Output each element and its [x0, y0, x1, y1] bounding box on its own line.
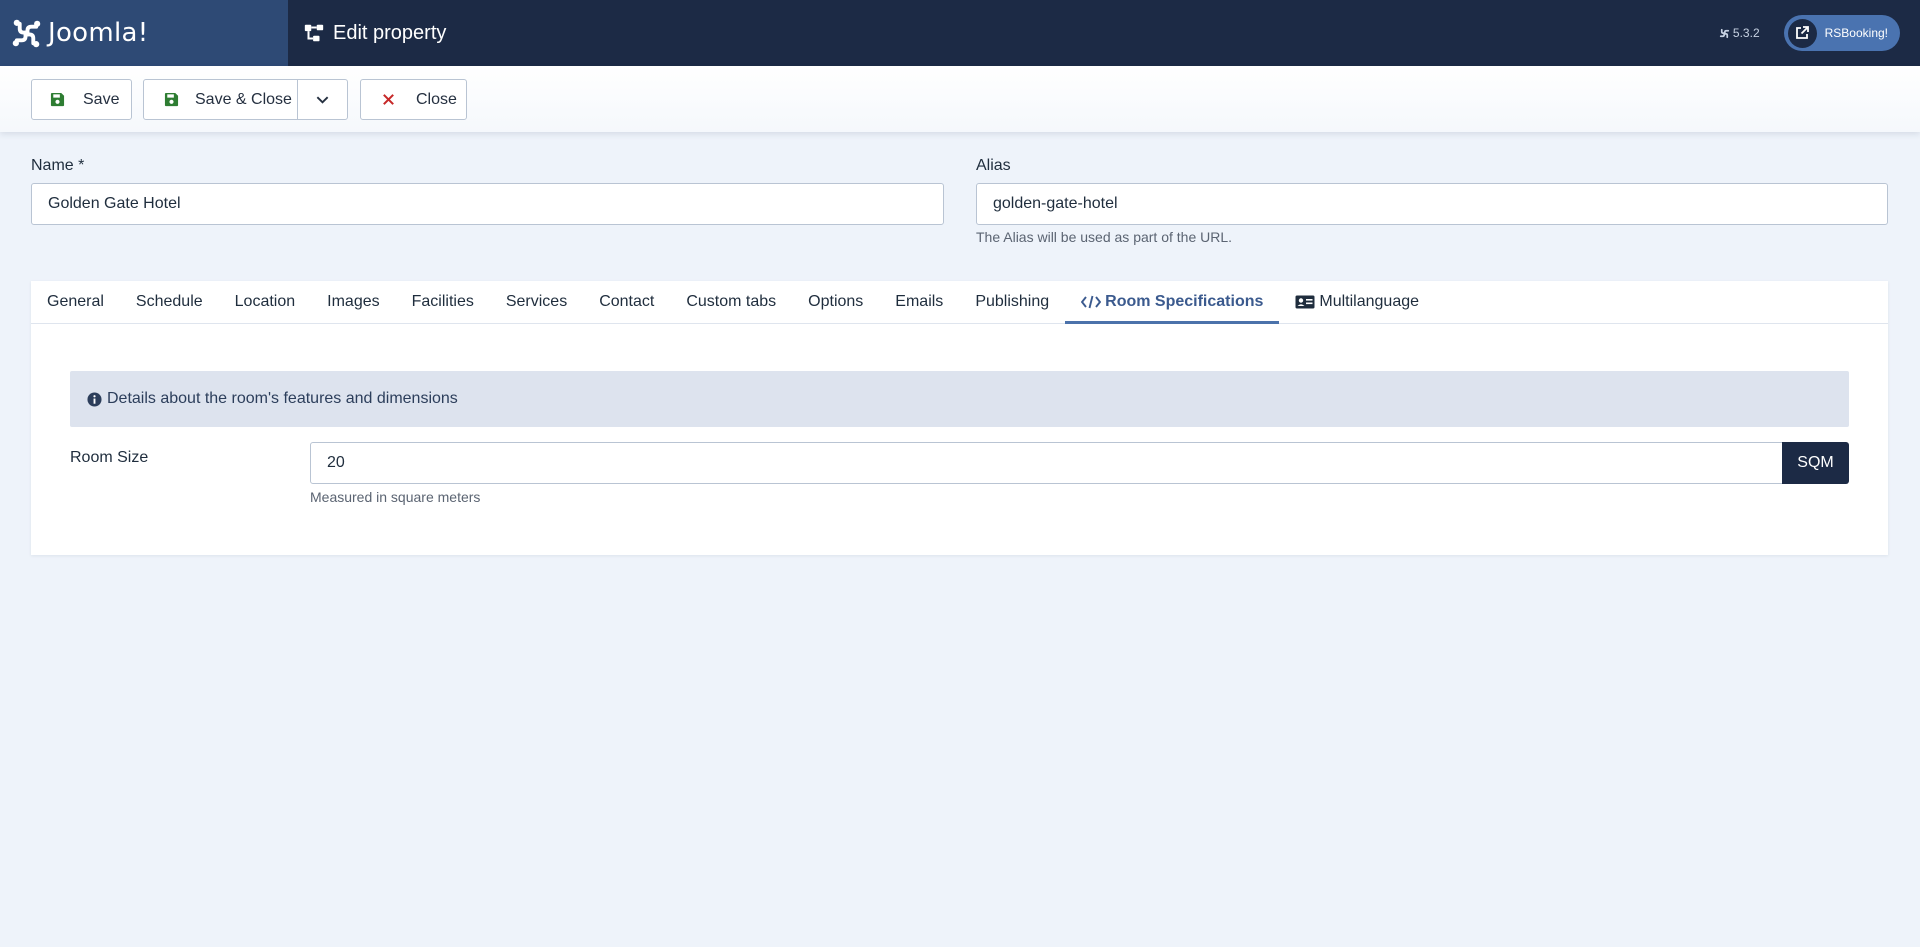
tab-options[interactable]: Options: [792, 281, 879, 323]
room-size-input[interactable]: 20: [310, 442, 1783, 484]
view-site-button[interactable]: RSBooking!: [1783, 15, 1900, 51]
property-tabs-panel: General Schedule Location Images Facilit…: [31, 281, 1888, 555]
hierarchy-icon: [304, 24, 324, 42]
tab-bar: General Schedule Location Images Facilit…: [31, 281, 1888, 324]
floppy-disk-icon: [50, 92, 65, 107]
tab-room-specifications-label: Room Specifications: [1105, 293, 1264, 310]
tab-room-specifications[interactable]: Room Specifications: [1065, 281, 1280, 324]
joomla-small-icon: [1719, 28, 1730, 38]
tab-publishing[interactable]: Publishing: [959, 281, 1065, 323]
save-label: Save: [83, 90, 120, 108]
alias-hint: The Alias will be used as part of the UR…: [976, 229, 1233, 245]
save-close-button[interactable]: Save & Close: [143, 79, 298, 120]
name-input[interactable]: Golden Gate Hotel: [31, 183, 944, 225]
id-card-icon: [1295, 295, 1315, 309]
save-close-label: Save & Close: [195, 90, 292, 108]
tab-general[interactable]: General: [31, 281, 120, 323]
close-icon: [383, 94, 394, 105]
close-button[interactable]: Close: [360, 79, 467, 120]
page-title: Edit property: [303, 22, 446, 45]
alias-label: Alias: [976, 157, 1011, 174]
tab-emails[interactable]: Emails: [879, 281, 959, 323]
page-title-text: Edit property: [333, 21, 447, 44]
tab-multilanguage[interactable]: Multilanguage: [1279, 281, 1435, 323]
app-header: Joomla! Edit property 5.3.2 RSBooking!: [0, 0, 1920, 66]
brand-name: Joomla!: [48, 18, 149, 48]
room-size-hint: Measured in square meters: [310, 489, 481, 505]
version-text: 5.3.2: [1732, 26, 1760, 40]
close-label: Close: [416, 90, 457, 108]
info-alert-text: Details about the room's features and di…: [107, 390, 458, 407]
tab-images[interactable]: Images: [311, 281, 395, 323]
tab-contact[interactable]: Contact: [583, 281, 670, 323]
external-link-icon-wrap: [1787, 18, 1817, 48]
toolbar: Save Save & Close Close: [0, 66, 1920, 132]
tab-custom-tabs[interactable]: Custom tabs: [670, 281, 792, 323]
alias-input[interactable]: golden-gate-hotel: [976, 183, 1888, 225]
external-link-icon: [1796, 26, 1810, 39]
floppy-disk-icon: [164, 92, 179, 107]
tab-schedule[interactable]: Schedule: [120, 281, 219, 323]
tab-location[interactable]: Location: [219, 281, 312, 323]
joomla-logo-icon: [12, 19, 41, 47]
site-button-label: RSBooking!: [1824, 26, 1888, 40]
info-circle-icon: [87, 391, 102, 407]
version-info: 5.3.2: [1719, 26, 1760, 40]
name-label: Name *: [31, 157, 85, 174]
joomla-logo[interactable]: Joomla!: [0, 0, 288, 66]
save-options-dropdown-button[interactable]: [297, 79, 348, 120]
tab-facilities[interactable]: Facilities: [396, 281, 490, 323]
info-alert: Details about the room's features and di…: [70, 371, 1849, 427]
room-size-label: Room Size: [70, 449, 149, 466]
tab-multilanguage-label: Multilanguage: [1319, 293, 1420, 310]
header-actions: 5.3.2 RSBooking!: [1719, 0, 1900, 66]
save-button[interactable]: Save: [31, 79, 132, 120]
tab-services[interactable]: Services: [490, 281, 583, 323]
unit-badge: SQM: [1782, 442, 1849, 484]
code-icon: [1081, 295, 1102, 309]
chevron-down-icon: [316, 96, 329, 104]
